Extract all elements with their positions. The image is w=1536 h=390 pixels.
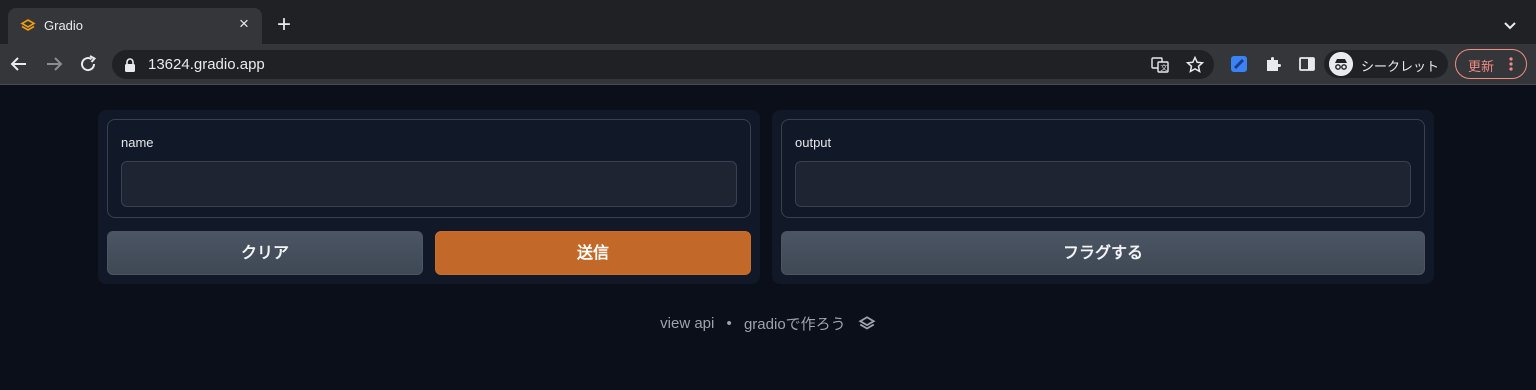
chevron-down-icon[interactable] (1500, 16, 1520, 36)
output-field-block: output (781, 119, 1425, 218)
footer-separator: • (726, 315, 732, 332)
extension-blue-icon[interactable] (1230, 55, 1248, 73)
flag-button[interactable]: フラグする (781, 231, 1425, 275)
name-label: name (121, 135, 154, 150)
name-input[interactable] (121, 161, 737, 207)
address-url[interactable]: 13624.gradio.app (148, 56, 265, 73)
footer: view api • gradioで作ろう (0, 313, 1536, 333)
gradio-logo-icon[interactable] (858, 315, 876, 333)
forward-arrow-icon[interactable] (42, 52, 66, 76)
lock-icon (125, 58, 135, 72)
svg-text:文: 文 (1161, 63, 1168, 72)
name-field-block: name (107, 119, 751, 218)
update-button[interactable]: 更新 (1455, 49, 1527, 79)
tab-title: Gradio (44, 18, 84, 33)
back-arrow-icon[interactable] (7, 52, 31, 76)
browser-tab[interactable]: Gradio × (8, 8, 262, 44)
more-vert-icon (1509, 57, 1513, 71)
input-panel: name クリア 送信 (98, 110, 760, 284)
side-panel-icon[interactable] (1298, 55, 1316, 73)
tab-close-icon[interactable]: × (234, 14, 254, 34)
address-bar[interactable]: 13624.gradio.app 文 (112, 50, 1214, 79)
bookmark-star-icon[interactable] (1185, 55, 1205, 75)
incognito-indicator[interactable]: シークレット (1324, 50, 1448, 78)
new-tab-button[interactable]: + (272, 13, 296, 37)
output-label: output (795, 135, 832, 150)
browser-toolbar: 13624.gradio.app 文 シークレット 更新 (0, 44, 1536, 84)
toolbar-divider (0, 84, 1536, 85)
gradio-logo-icon (20, 19, 36, 31)
puzzle-icon[interactable] (1264, 55, 1282, 73)
clear-button[interactable]: クリア (107, 231, 423, 275)
browser-tabstrip: Gradio × + (0, 0, 1536, 44)
update-label: 更新 (1468, 59, 1495, 74)
reload-icon[interactable] (76, 52, 100, 76)
submit-button[interactable]: 送信 (435, 231, 751, 275)
output-panel: output フラグする (772, 110, 1434, 284)
translate-icon[interactable]: 文 (1150, 55, 1170, 75)
incognito-label: シークレット (1361, 59, 1440, 74)
output-textbox[interactable] (795, 161, 1411, 207)
incognito-icon (1329, 52, 1353, 76)
built-with-gradio-link[interactable]: gradioで作ろう (744, 313, 846, 334)
view-api-link[interactable]: view api (660, 315, 714, 332)
